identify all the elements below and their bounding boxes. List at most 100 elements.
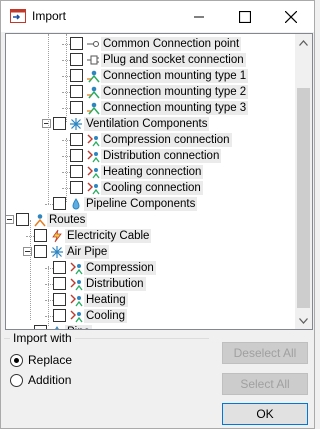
tree-node-label: Heating [84,293,128,307]
tree-checkbox[interactable] [70,149,83,162]
tree-row[interactable]: Connection mounting type 2 [6,84,296,100]
window-title: Import [32,9,67,23]
tree-row[interactable]: Connection mounting type 3 [6,100,296,116]
tree-checkbox[interactable] [70,101,83,114]
radio-replace[interactable]: Replace [10,352,72,368]
minimize-button[interactable] [176,1,222,32]
tree-row[interactable]: Plug and socket connection [6,52,296,68]
distribution-icon [86,149,100,163]
tree-guide-line [30,220,31,320]
maximize-button[interactable] [222,1,268,32]
tree-row[interactable]: Cooling [6,308,296,324]
tree-row[interactable]: Compression connection [6,132,296,148]
tree-node-label: Connection mounting type 3 [101,101,249,115]
tree-row[interactable]: Routes [6,212,296,228]
tree-checkbox[interactable] [34,229,47,242]
tree-connector [45,284,53,285]
pipe-icon [50,325,64,329]
scroll-up-arrow-icon[interactable] [295,34,312,51]
tree-row[interactable]: Heating [6,292,296,308]
tree-checkbox[interactable] [34,245,47,258]
tree-connector [45,268,53,269]
tree-node-label: Pipe [65,325,93,329]
tree-checkbox[interactable] [53,197,66,210]
tree-guide-line [66,138,67,202]
heating-icon [86,165,100,179]
tree-row[interactable]: Air Pipe [6,244,296,260]
connection-point-icon [86,37,100,51]
tree-checkbox[interactable] [16,213,29,226]
radio-addition-indicator[interactable] [10,373,23,387]
tree-node-label: Pipeline Components [84,197,198,211]
tree-checkbox[interactable] [53,261,66,274]
tree-node-label: Routes [47,213,88,227]
tree-node-label: Cooling [84,309,127,323]
tree-node-label: Common Connection point [101,37,242,51]
tree-checkbox[interactable] [70,69,83,82]
tree-row[interactable]: Pipe [6,324,296,329]
electricity-cable-icon [50,229,64,243]
tree-row[interactable]: Electricity Cable [6,228,296,244]
tree-scrollbar[interactable] [295,34,312,329]
tree-node-label: Cooling connection [101,181,203,195]
tree-row[interactable]: Pipeline Components [6,196,296,212]
import-with-legend: Import with [10,331,75,345]
tree-checkbox[interactable] [53,309,66,322]
tree-connector [45,316,53,317]
tree-checkbox[interactable] [70,37,83,50]
mounting-type-icon [86,85,100,99]
ok-button[interactable]: OK [222,403,308,425]
tree-row[interactable]: Cooling connection [6,180,296,196]
compression-icon [86,133,100,147]
tree-checkbox[interactable] [53,293,66,306]
import-dialog: Import Common Connection point Plug and s… [0,0,315,429]
scroll-thumb[interactable] [297,88,310,308]
close-button[interactable] [268,1,314,32]
tree-guide-line [66,34,67,122]
radio-replace-indicator[interactable] [10,353,23,367]
tree-checkbox[interactable] [70,53,83,66]
import-with-group: Import with Replace Addition [4,331,209,426]
scroll-down-arrow-icon[interactable] [295,312,312,329]
tree-node-label: Electricity Cable [65,229,152,243]
tree-checkbox[interactable] [53,117,66,130]
tree-checkbox[interactable] [70,85,83,98]
collapse-toggle-icon[interactable] [42,119,51,128]
tree-checkbox[interactable] [70,181,83,194]
tree-node-label: Connection mounting type 1 [101,69,249,83]
tree-node-label: Ventilation Components [84,117,210,131]
tree-checkbox[interactable] [70,133,83,146]
tree-connector [45,204,53,205]
radio-addition-label: Addition [28,373,72,387]
mounting-type-icon [86,101,100,115]
mounting-type-icon [86,69,100,83]
cooling-icon [86,181,100,195]
tree-checkbox[interactable] [34,325,47,329]
tree-checkbox[interactable] [53,277,66,290]
plug-socket-icon [86,53,100,67]
cooling-icon [69,309,83,323]
tree-row[interactable]: Common Connection point [6,36,296,52]
deselect-all-button[interactable]: Deselect All [222,342,308,364]
compression-icon [69,261,83,275]
tree-node-label: Heating connection [101,165,204,179]
heating-icon [69,293,83,307]
tree-checkbox[interactable] [70,165,83,178]
tree-node-label: Distribution connection [101,149,222,163]
tree-row[interactable]: Distribution [6,276,296,292]
tree-row[interactable]: Distribution connection [6,148,296,164]
app-icon [10,9,26,23]
tree-guide-line [48,266,49,326]
title-bar: Import [1,1,314,32]
distribution-icon [69,277,83,291]
radio-addition[interactable]: Addition [10,372,71,388]
tree-row[interactable]: Heating connection [6,164,296,180]
tree-row[interactable]: Compression [6,260,296,276]
tree-row[interactable]: Ventilation Components [6,116,296,132]
collapse-toggle-icon[interactable] [6,215,14,224]
tree-row[interactable]: Connection mounting type 1 [6,68,296,84]
tree-node-label: Compression connection [101,133,232,147]
component-tree[interactable]: Common Connection point Plug and socket c… [5,33,313,330]
tree-node-label: Distribution [84,277,146,291]
select-all-button[interactable]: Select All [222,373,308,395]
